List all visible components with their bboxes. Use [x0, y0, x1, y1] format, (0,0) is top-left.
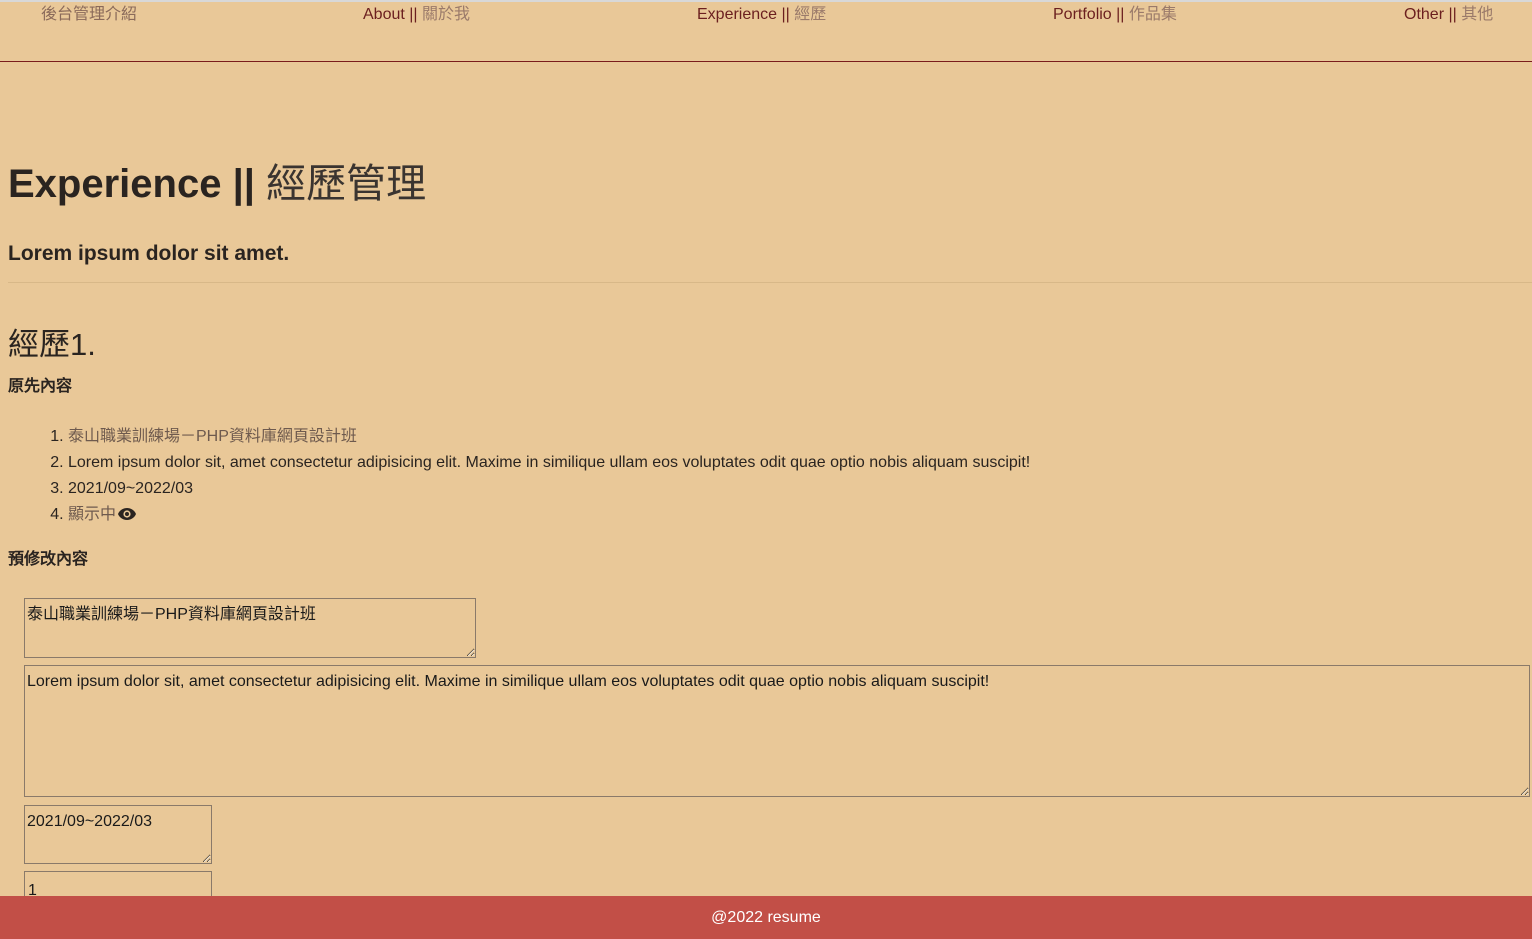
original-title: 泰山職業訓練場－PHP資料庫網頁設計班 [68, 428, 357, 445]
nav-item-label: Other [1404, 6, 1445, 23]
nav-item-portfolio[interactable]: Portfolio || 作品集 [1053, 5, 1177, 25]
edit-content-label: 預修改內容 [8, 551, 89, 568]
nav-item-label-zh: 經歷 [794, 6, 827, 23]
experience-heading: 經歷1. [8, 327, 96, 362]
top-nav: 後台管理介紹 About || 關於我 Experience || 經歷 Por… [0, 2, 1532, 62]
list-item: 2021/09~2022/03 [68, 476, 1030, 502]
original-period: 2021/09~2022/03 [68, 480, 194, 497]
page-title: Experience || 經歷管理 [8, 156, 426, 212]
edit-title-field[interactable]: 泰山職業訓練場－PHP資料庫網頁設計班 [24, 598, 476, 658]
nav-item-other[interactable]: Other || 其他 [1404, 5, 1493, 25]
nav-item-separator: || [1444, 6, 1462, 23]
list-item: 顯示中 [68, 502, 1030, 528]
page-subtitle: Lorem ipsum dolor sit amet. [8, 242, 290, 265]
section-divider [8, 282, 1532, 283]
nav-item-separator: || [1111, 6, 1129, 23]
nav-item-separator: || [404, 6, 423, 23]
nav-item-separator: || [777, 6, 795, 23]
page-title-en: Experience || [8, 162, 267, 206]
list-item: 泰山職業訓練場－PHP資料庫網頁設計班 [68, 424, 1030, 450]
page-title-zh: 經歷管理 [266, 162, 427, 206]
nav-item-label: Portfolio [1053, 6, 1112, 23]
original-content-label: 原先內容 [8, 378, 73, 395]
nav-item-label-zh: 關於我 [422, 6, 471, 23]
nav-item-label-zh: 作品集 [1128, 6, 1177, 23]
nav-item-about[interactable]: About || 關於我 [363, 5, 470, 25]
original-display-status: 顯示中 [68, 506, 117, 523]
original-content-list: 泰山職業訓練場－PHP資料庫網頁設計班 Lorem ipsum dolor si… [8, 424, 1030, 528]
original-description: Lorem ipsum dolor sit, amet consectetur … [68, 454, 1031, 471]
edit-description-field[interactable]: Lorem ipsum dolor sit, amet consectetur … [24, 665, 1530, 797]
list-item: Lorem ipsum dolor sit, amet consectetur … [68, 450, 1030, 476]
edit-period-field[interactable]: 2021/09~2022/03 [24, 805, 212, 864]
nav-item-label: Experience [697, 6, 778, 23]
footer-text: @2022 resume [711, 909, 821, 926]
nav-home-link[interactable]: 後台管理介紹 [41, 5, 137, 25]
nav-item-label-zh: 其他 [1461, 6, 1494, 23]
eye-icon [117, 505, 137, 531]
page-footer: @2022 resume [0, 896, 1532, 939]
nav-item-label: About [363, 6, 405, 23]
nav-item-experience[interactable]: Experience || 經歷 [697, 5, 826, 25]
